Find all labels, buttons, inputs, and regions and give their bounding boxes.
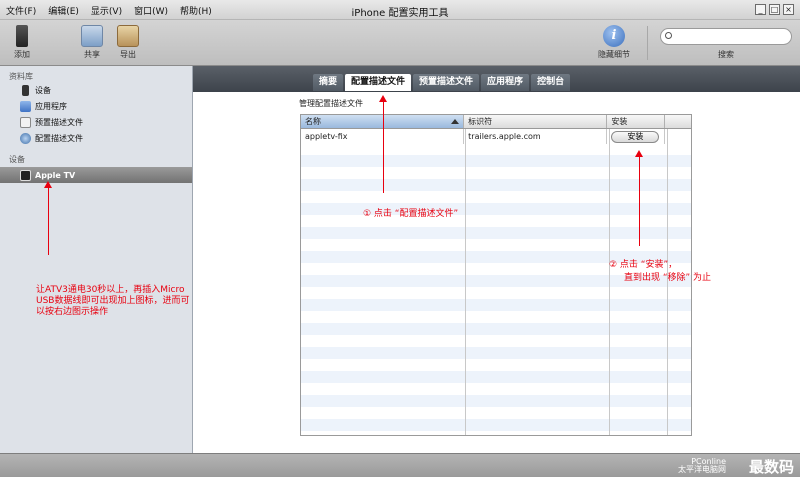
sidebar-item-apple-tv[interactable]: Apple TV (0, 167, 192, 183)
watermark-brand: PConline 太平洋电脑网 (678, 457, 726, 474)
share-icon (81, 25, 103, 47)
table-row-empty-cell (665, 129, 691, 144)
devices-header: 设备 (9, 155, 25, 164)
close-button[interactable]: × (783, 4, 794, 15)
annotation-step2-line2: 直到出现 “移除” 为止 (624, 273, 712, 283)
add-button-label: 添加 (14, 50, 30, 59)
maximize-button[interactable]: □ (769, 4, 780, 15)
table-row[interactable]: appletv-fix trailers.apple.com 安装 (301, 129, 691, 144)
column-header-identifier[interactable]: 标识符 (464, 115, 608, 128)
section-title: 管理配置描述文件 (299, 99, 363, 108)
annotation-step1: ① 点击 “配置描述文件” (363, 209, 459, 219)
annotation-left-note: 让ATV3通电30秒以上，再插入Micro USB数据线即可出现加上图标，进而可… (36, 285, 190, 317)
apple-tv-icon (20, 169, 31, 181)
gear-icon (20, 132, 31, 144)
sidebar-item-label: 预置描述文件 (35, 117, 83, 127)
annotation-step2-line1: ② 点击 “安装”， (609, 260, 678, 270)
sidebar-item-label: 配置描述文件 (35, 133, 83, 143)
install-cell: 安装 (607, 129, 666, 144)
tab-applications[interactable]: 应用程序 (481, 74, 530, 91)
status-bar: PConline 太平洋电脑网 最数码 (0, 453, 800, 477)
app-store-icon (20, 100, 31, 112)
watermark-title: 最数码 (748, 458, 794, 476)
search-area: 搜索 (660, 28, 792, 60)
annotation-arrow-install (635, 150, 643, 246)
toolbar-divider (647, 26, 648, 60)
iphone-icon (22, 84, 29, 96)
profile-identifier-cell: trailers.apple.com (464, 129, 608, 144)
share-button[interactable]: 共享 (72, 25, 112, 60)
hide-details-label: 隐藏细节 (598, 50, 630, 59)
library-header: 资料库 (9, 72, 33, 81)
column-divider (609, 129, 610, 435)
annotation-arrow-left (44, 181, 52, 255)
tab-summary[interactable]: 摘要 (313, 74, 344, 91)
sidebar-item-provisioning[interactable]: 预置描述文件 (0, 114, 192, 130)
add-button[interactable]: 添加 (2, 25, 42, 60)
window-title: iPhone 配置实用工具 (351, 8, 449, 19)
tab-configuration-profiles[interactable]: 配置描述文件 (345, 74, 412, 91)
hide-details-button[interactable]: i 隐藏细节 (592, 25, 636, 60)
sort-ascending-icon (451, 119, 460, 124)
export-button[interactable]: 导出 (108, 25, 148, 60)
tab-provisioning-profiles[interactable]: 预置描述文件 (413, 74, 480, 91)
search-icon (665, 32, 672, 39)
sidebar-item-label: Apple TV (35, 170, 76, 180)
box-export-icon (117, 25, 139, 47)
sidebar-item-label: 设备 (35, 85, 51, 95)
share-button-label: 共享 (84, 50, 100, 59)
install-button[interactable]: 安装 (611, 131, 660, 143)
table-header: 名称 标识符 安装 (301, 115, 691, 129)
search-label: 搜索 (718, 50, 734, 59)
export-button-label: 导出 (120, 50, 136, 59)
column-header-empty (665, 115, 691, 128)
toolbar: 添加 共享 导出 i 隐藏细节 搜索 (0, 20, 800, 66)
minimize-button[interactable]: _ (755, 4, 766, 15)
window-controls: _ □ × (755, 4, 794, 15)
sidebar-item-label: 应用程序 (35, 101, 67, 111)
sidebar-item-applications[interactable]: 应用程序 (0, 98, 192, 114)
annotation-arrow-tab (379, 95, 387, 193)
sidebar-item-configuration[interactable]: 配置描述文件 (0, 130, 192, 146)
info-icon: i (603, 25, 625, 47)
sidebar: 资料库 设备 应用程序 预置描述文件 配置描述文件 设备 Apple TV (0, 66, 193, 453)
device-add-icon (16, 25, 28, 47)
column-header-install[interactable]: 安装 (607, 115, 666, 128)
title-bar: 文件(F) 编辑(E) 显示(V) 窗口(W) 帮助(H) iPhone 配置实… (0, 0, 800, 20)
main-content: 摘要 配置描述文件 预置描述文件 应用程序 控制台 管理配置描述文件 名称 标识… (193, 66, 800, 453)
tab-bar: 摘要 配置描述文件 预置描述文件 应用程序 控制台 (193, 66, 800, 92)
column-divider (465, 129, 466, 435)
document-icon (20, 116, 31, 128)
sidebar-item-devices[interactable]: 设备 (0, 82, 192, 98)
tab-console[interactable]: 控制台 (531, 74, 571, 91)
search-input[interactable] (660, 28, 792, 45)
